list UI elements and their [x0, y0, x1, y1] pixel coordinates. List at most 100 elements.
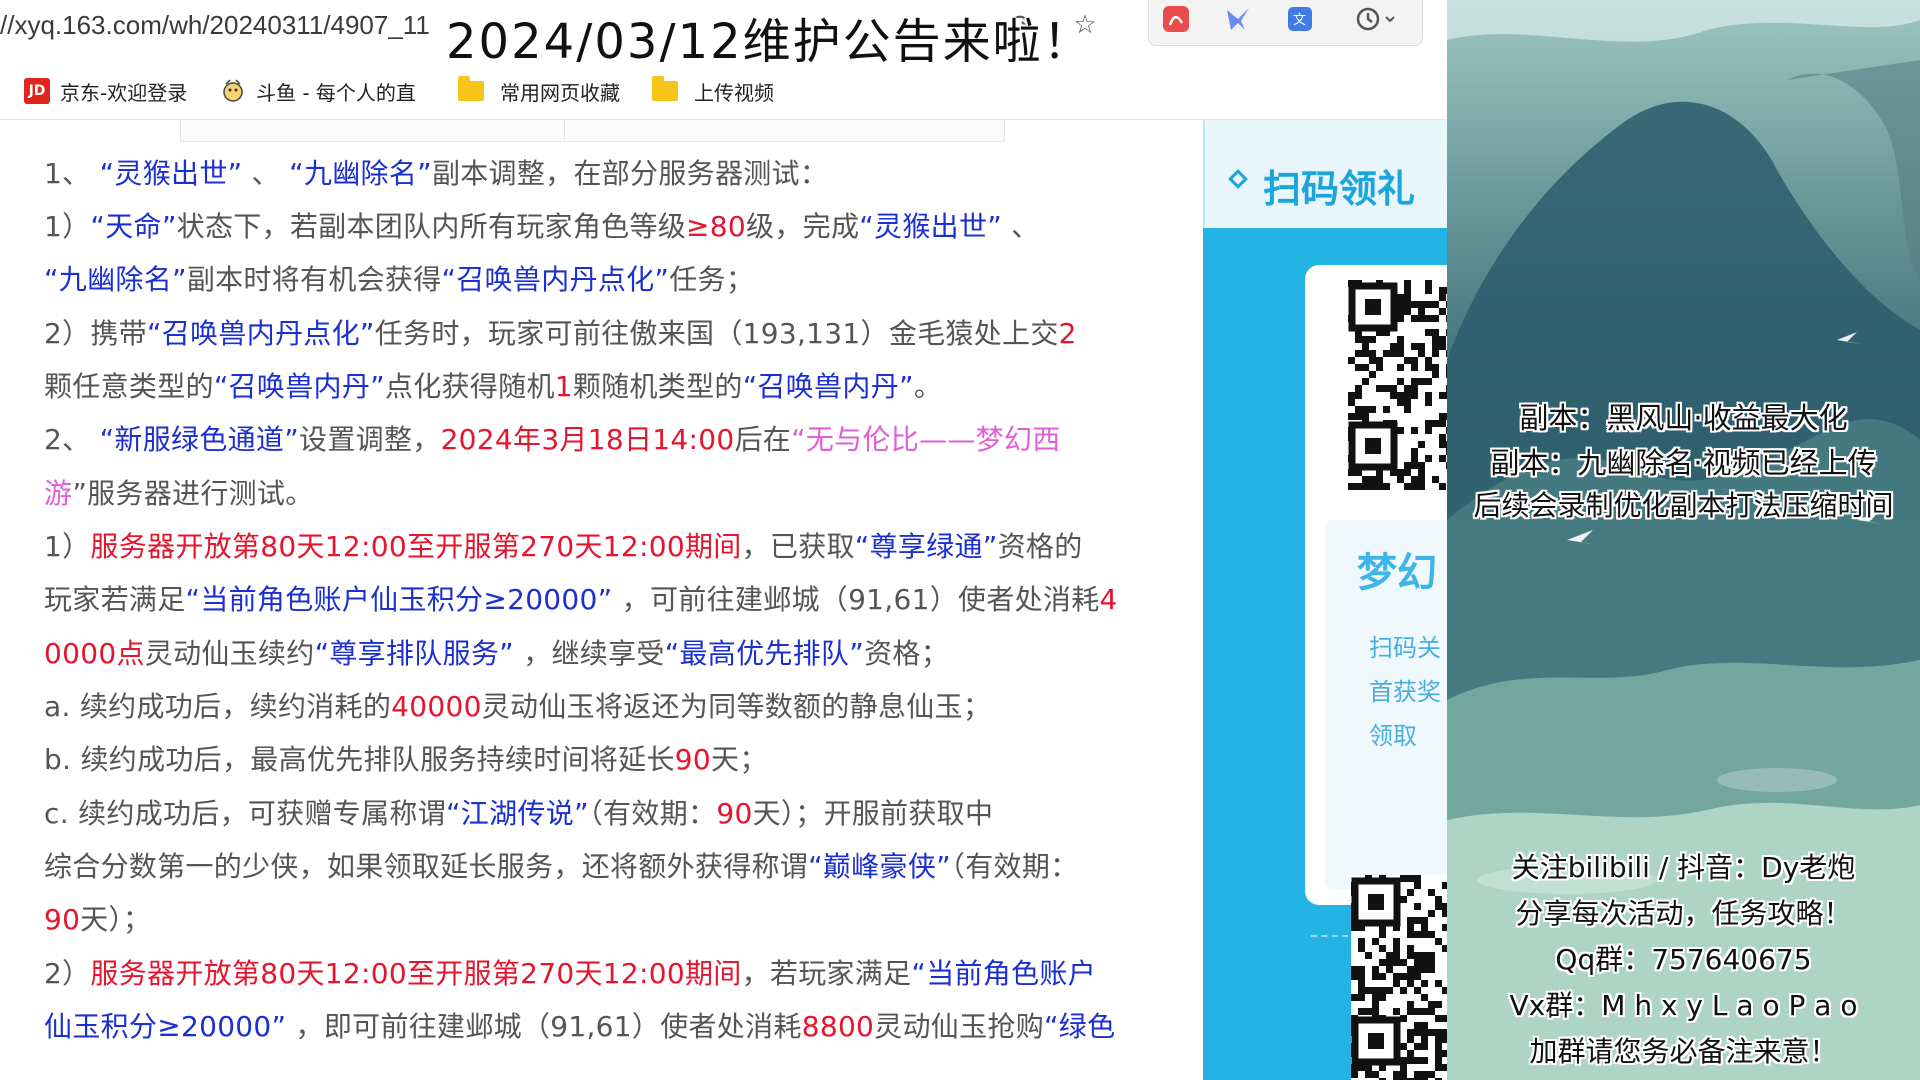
article-line: 玩家若满足“当前角色账户仙玉积分≥20000” ，可前往建邺城（91,61）使者… [44, 582, 1118, 618]
announcement-page: 1、 “灵猴出世” 、 “九幽除名”副本调整，在部分服务器测试： 1）“天命”状… [0, 120, 1200, 1080]
article-text: ，若玩家满足 [741, 957, 912, 990]
article-text: 综合分数第一的少侠，如果领取延长服务，还将额外获得称谓 [44, 850, 809, 883]
highlight-text: 4 [1099, 583, 1118, 616]
article-line: 颗任意类型的“召唤兽内丹”点化获得随机1颗随机类型的“召唤兽内丹”。 [44, 369, 942, 405]
overlay-line: 关注bilibili / 抖音：Dy老炮 [1511, 851, 1856, 884]
quoted-term: “尊享排队服务” [314, 637, 514, 670]
highlight-text: 2024年3月18日14:00 [440, 423, 735, 456]
quoted-term: “绿色 [1044, 1010, 1116, 1043]
article-text: 1） [44, 530, 91, 563]
quoted-term: “江湖传说” [446, 797, 589, 830]
overlay-line: Vx群：M h x y L a o P a o [1509, 989, 1858, 1022]
quoted-term: “尊享绿通” [854, 530, 998, 563]
overlay-line: 副本：黑风山·收益最大化 [1519, 401, 1848, 435]
folder-icon [652, 76, 678, 101]
article-line: 2）服务器开放第80天12:00至开服第270天12:00期间，若玩家满足“当前… [44, 956, 1096, 992]
article-line: 0000点灵动仙玉续约“尊享排队服务” ，继续享受“最高优先排队”资格； [44, 636, 949, 672]
pdf-icon[interactable] [1159, 2, 1193, 36]
jd-logo-icon: JD [24, 78, 50, 104]
article-text: （有效期： [950, 850, 1079, 883]
overlay-line: 副本：九幽除名·视频已经上传 [1490, 446, 1877, 480]
article-text: 2）携带 [44, 317, 148, 350]
quoted-term: “九幽除名” [289, 157, 432, 190]
quoted-term: “召唤兽内丹点化” [441, 263, 670, 296]
page-tab-strip[interactable] [180, 120, 1005, 142]
article-text: ，即可前往建邺城（91,61）使者处消耗 [286, 1010, 802, 1043]
article-line: 仙玉积分≥20000” ，即可前往建邺城（91,61）使者处消耗8800灵动仙玉… [44, 1009, 1115, 1045]
bookmark-label: 斗鱼 - 每个人的直 [256, 80, 416, 105]
overlay-line: 加群请您务必备注来意！ [1529, 1035, 1838, 1068]
address-bar[interactable]: //xyq.163.com/wh/20240311/4907_11 [0, 10, 450, 41]
extension-bar: 文 [1148, 0, 1423, 46]
article-text: 资格的 [997, 530, 1083, 563]
article-text: 2） [44, 957, 91, 990]
highlight-text: 服务器开放第80天12:00至开服第270天12:00期间 [90, 530, 742, 563]
quoted-term: “召唤兽内丹” [742, 370, 914, 403]
article-text: 灵动仙玉将返还为同等数额的静息仙玉； [481, 690, 992, 723]
article-text: 天）；开服前获取中 [752, 797, 994, 830]
article-line: 2、 “新服绿色通道”设置调整，2024年3月18日14:00后在“无与伦比——… [44, 422, 1061, 458]
quoted-term: “灵猴出世” [859, 210, 1003, 243]
highlight-text: 90 [674, 743, 712, 776]
article-text: 级，完成 [746, 210, 860, 243]
article-line: c. 续约成功后，可获赠专属称谓“江湖传说”（有效期：90天）；开服前获取中 [44, 796, 993, 832]
browser-toolbar: //xyq.163.com/wh/20240311/4907_11 ↷ ☆ 文 … [0, 0, 1447, 70]
article-line: b. 续约成功后，最高优先排队服务持续时间将延长90天； [44, 742, 768, 778]
sidebar-text-line: 扫码关 [1369, 634, 1441, 662]
article-text: 任务； [669, 263, 755, 296]
sidebar-title: 扫码领礼 [1263, 167, 1416, 211]
qr-gift-sidebar: 扫码领礼 梦幻 扫码关 首获奖 领取 [1203, 120, 1465, 1080]
diamond-icon [1228, 169, 1248, 189]
quoted-term: “当前角色账户仙玉积分≥20000” [185, 583, 613, 616]
article-text: c. 续约成功后，可获赠专属称谓 [44, 797, 446, 830]
qr-code-image[interactable] [1351, 875, 1447, 1080]
bookmark-jd[interactable]: JD 京东-欢迎登录 [24, 74, 187, 108]
highlight-text: 2 [1058, 317, 1077, 350]
overlay-line: 分享每次活动，任务攻略！ [1515, 897, 1852, 930]
stream-overlay-panel: 副本：黑风山·收益最大化 副本：九幽除名·视频已经上传 后续会录制优化副本打法压… [1447, 0, 1920, 1080]
history-icon[interactable] [1349, 2, 1409, 36]
article-text: 副本时将有机会获得 [186, 263, 442, 296]
article-text: 状态下，若副本团队内所有玩家角色等级 [176, 210, 687, 243]
article-line: 1）“天命”状态下，若副本团队内所有玩家角色等级≥80级，完成“灵猴出世” 、 [44, 209, 1040, 245]
quoted-term: “天命” [90, 210, 177, 243]
article-text: b. 续约成功后，最高优先排队服务持续时间将延长 [44, 743, 675, 776]
article-text: a. 续约成功后，续约消耗的 [44, 690, 392, 723]
article-text: 副本调整，在部分服务器测试： [431, 157, 829, 190]
bookmark-folder-upload[interactable]: 上传视频 [652, 74, 774, 108]
screenshot-icon[interactable] [1221, 2, 1255, 36]
article-text: 2、 [44, 423, 100, 456]
quoted-term: “九幽除名” [44, 263, 187, 296]
quoted-term: “巅峰豪侠” [808, 850, 951, 883]
article-text: 后在 [734, 423, 792, 456]
article-text: 1、 [44, 157, 100, 190]
bookmark-douyu[interactable]: 斗鱼 - 每个人的直 [220, 74, 416, 108]
article-text: 。 [913, 370, 943, 403]
article-line: “九幽除名”副本时将有机会获得“召唤兽内丹点化”任务； [44, 262, 754, 298]
article-text: 点化获得随机 [384, 370, 555, 403]
article-text: 天； [711, 743, 768, 776]
article-line: 90天）； [44, 902, 151, 938]
article-text: 玩家若满足 [44, 583, 186, 616]
article-text: 天）； [80, 903, 152, 936]
quoted-term: “最高优先排队” [664, 637, 865, 670]
highlight-text: 0000点 [44, 637, 145, 670]
article-text: 、 [1002, 210, 1040, 243]
highlight-text: 8800 [801, 1010, 875, 1043]
quoted-term: “灵猴出世” [99, 157, 243, 190]
highlight-text: ≥80 [686, 210, 747, 243]
translate-icon[interactable]: 文 [1283, 2, 1317, 36]
article-line: 1）服务器开放第80天12:00至开服第270天12:00期间，已获取“尊享绿通… [44, 529, 1083, 565]
article-text: ，可前往建邺城（91,61）使者处消耗 [612, 583, 1100, 616]
bookmark-folder-common[interactable]: 常用网页收藏 [458, 74, 620, 108]
article-text: （有效期： [588, 797, 717, 830]
article-line: 综合分数第一的少侠，如果领取延长服务，还将额外获得称谓“巅峰豪侠”（有效期： [44, 849, 1078, 885]
svg-text:文: 文 [1293, 13, 1306, 28]
overlay-line: Qq群：757640675 [1555, 943, 1812, 976]
quoted-term: 仙玉积分≥20000” [44, 1010, 287, 1043]
overlay-line: 后续会录制优化副本打法压缩时间 [1473, 489, 1894, 522]
quoted-term: 游 [44, 477, 73, 510]
article-text: ，已获取 [741, 530, 855, 563]
article-line: 1、 “灵猴出世” 、 “九幽除名”副本调整，在部分服务器测试： [44, 156, 828, 192]
qr-code-image[interactable] [1348, 280, 1448, 490]
